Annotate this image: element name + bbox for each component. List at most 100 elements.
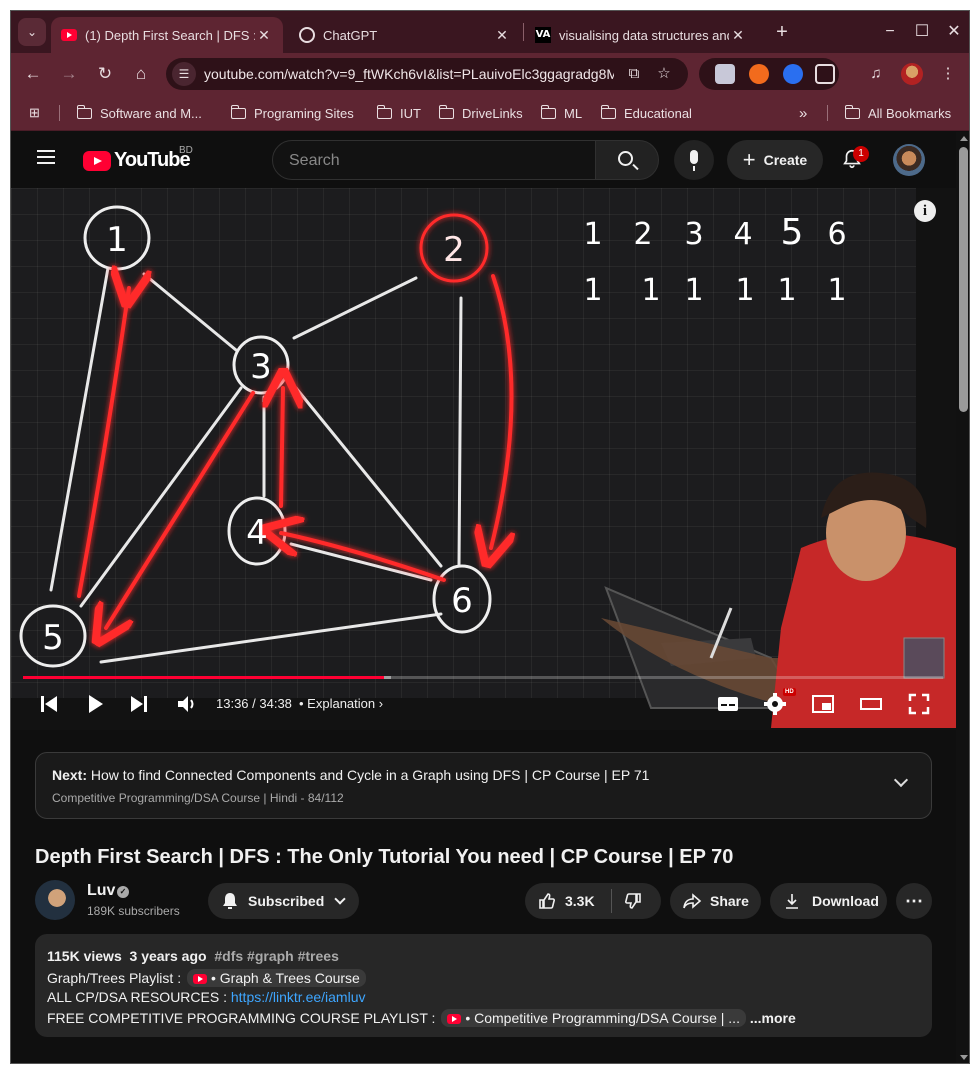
bookmark-programing-sites[interactable]: Programing Sites — [230, 104, 354, 122]
new-tab-button[interactable]: + — [769, 19, 795, 45]
channel-watermark — [903, 637, 945, 679]
chapter-button[interactable]: • Explanation › — [299, 696, 383, 711]
video-progress-bar[interactable] — [23, 676, 943, 679]
scrollbar-thumb[interactable] — [959, 147, 968, 412]
voice-search-button[interactable] — [674, 140, 714, 180]
previous-video-icon[interactable] — [39, 692, 59, 716]
more-bookmarks-button[interactable]: » — [799, 104, 807, 122]
miniplayer-icon[interactable] — [811, 692, 835, 716]
tab-title: (1) Depth First Search | DFS : The Only … — [85, 27, 255, 43]
visited-index-3: 3 — [684, 217, 703, 252]
chevron-down-icon — [334, 893, 346, 905]
home-button[interactable]: ⌂ — [128, 61, 154, 87]
subtitles-icon[interactable] — [716, 692, 740, 716]
minimize-button[interactable]: − — [877, 19, 903, 45]
youtube-logo[interactable]: YouTube — [83, 149, 191, 172]
youtube-favicon-icon — [61, 29, 77, 41]
video-info-icon[interactable]: i — [914, 200, 936, 222]
close-window-button[interactable]: ✕ — [941, 19, 967, 45]
next-video-icon[interactable] — [129, 692, 149, 716]
all-bookmarks-button[interactable]: All Bookmarks — [844, 104, 951, 122]
download-button[interactable]: Download — [770, 883, 887, 919]
edge-4-6 — [289, 542, 433, 582]
tab-youtube[interactable]: (1) Depth First Search | DFS : The Only … — [51, 17, 283, 53]
browser-toolbar: ← → ↻ ⌂ ☰ youtube.com/watch?v=9_ftWKch6v… — [11, 53, 969, 95]
like-thumb-icon[interactable] — [537, 891, 557, 911]
like-count[interactable]: 3.3K — [565, 893, 595, 909]
apps-grid-icon[interactable]: ⊞ — [29, 104, 40, 122]
scroll-up-arrow-icon[interactable] — [960, 136, 968, 141]
media-controls-icon[interactable]: ♫ — [863, 61, 889, 87]
folder-icon — [376, 104, 392, 119]
up-next-card[interactable]: Next: How to find Connected Components a… — [35, 752, 932, 819]
channel-name[interactable]: Luv — [87, 882, 115, 900]
shield-extension-icon[interactable] — [715, 64, 735, 84]
expand-chevron-icon[interactable] — [893, 772, 909, 788]
subscribed-button[interactable]: Subscribed — [208, 883, 359, 919]
playlist-chip-graph[interactable]: • Graph & Trees Course — [186, 969, 366, 987]
bookmark-educational[interactable]: Educational — [600, 104, 692, 122]
more-actions-button[interactable]: ⋯ — [896, 883, 932, 919]
subscriber-count: 189K subscribers — [87, 904, 180, 918]
reload-button[interactable]: ↻ — [92, 61, 118, 87]
show-more-button[interactable]: ...more — [750, 1010, 796, 1026]
dislike-thumb-icon[interactable] — [623, 891, 643, 911]
theater-mode-icon[interactable] — [859, 692, 883, 716]
description-box[interactable]: 115K views 3 years ago #dfs #graph #tree… — [35, 934, 932, 1037]
close-tab-icon[interactable]: ✕ — [255, 27, 273, 44]
bookmark-iut[interactable]: IUT — [376, 104, 421, 122]
played-bar — [23, 676, 385, 679]
share-button[interactable]: Share — [670, 883, 761, 919]
page-scrollbar[interactable] — [956, 132, 969, 1063]
close-tab-icon[interactable]: ✕ — [493, 27, 511, 44]
tab-chatgpt[interactable]: ChatGPT ✕ — [289, 17, 521, 53]
fullscreen-icon[interactable] — [907, 692, 931, 716]
hashtags[interactable]: #dfs #graph #trees — [214, 948, 339, 964]
description-meta: 115K views 3 years ago #dfs #graph #tree… — [47, 948, 339, 964]
blue-extension-icon[interactable] — [783, 64, 803, 84]
url-text[interactable]: youtube.com/watch?v=9_ftWKch6vI&list=PLa… — [204, 66, 614, 82]
play-icon[interactable] — [85, 692, 105, 716]
bookmark-software[interactable]: Software and M... — [76, 104, 202, 122]
tab-strip: ⌄ (1) Depth First Search | DFS : The Onl… — [11, 11, 969, 53]
edge-5-6 — [99, 612, 443, 664]
youtube-header: YouTube BD Search + Create 1 — [11, 132, 956, 188]
arrow-3-to-5 — [106, 391, 255, 628]
scroll-down-arrow-icon[interactable] — [960, 1055, 968, 1060]
folder-icon — [230, 104, 246, 119]
profile-avatar[interactable] — [901, 63, 923, 85]
chatgpt-favicon-icon — [299, 27, 315, 43]
forward-button[interactable]: → — [56, 61, 82, 87]
tab-search-button[interactable]: ⌄ — [18, 18, 46, 46]
arrow-2-to-6 — [491, 274, 512, 548]
guide-menu-icon[interactable] — [37, 150, 55, 164]
visited-value-5: 1 — [777, 273, 796, 308]
visited-array: 1 2 3 4 5 6 1 1 1 1 1 1 — [583, 212, 846, 308]
volume-icon[interactable] — [175, 692, 199, 716]
back-button[interactable]: ← — [20, 61, 46, 87]
address-bar[interactable]: ☰ youtube.com/watch?v=9_ftWKch6vI&list=P… — [166, 58, 688, 90]
account-avatar[interactable] — [893, 144, 925, 176]
menu-kebab-icon[interactable]: ⋮ — [935, 61, 961, 87]
extensions-puzzle-icon[interactable] — [815, 64, 835, 84]
visited-index-1: 1 — [583, 217, 602, 252]
tab-title: visualising data structures and algorith… — [559, 27, 729, 43]
playlist-chip-cp[interactable]: • Competitive Programming/DSA Course | .… — [441, 1009, 746, 1027]
site-info-icon[interactable]: ☰ — [172, 62, 196, 86]
video-player[interactable]: 1 2 3 4 5 6 1 2 3 4 5 6 1 1 1 1 1 1 i 13… — [11, 188, 956, 730]
maximize-button[interactable]: ☐ — [909, 19, 935, 45]
search-button[interactable] — [595, 140, 659, 180]
playlist-info: Competitive Programming/DSA Course | Hin… — [52, 791, 344, 805]
open-in-app-icon[interactable]: ⧉ — [624, 64, 644, 84]
bookmark-star-icon[interactable]: ☆ — [654, 64, 674, 84]
create-button[interactable]: + Create — [727, 140, 823, 180]
fire-extension-icon[interactable] — [749, 64, 769, 84]
channel-avatar[interactable] — [35, 880, 75, 920]
search-placeholder: Search — [289, 152, 340, 169]
search-input[interactable]: Search — [272, 140, 596, 180]
bookmark-drivelinks[interactable]: DriveLinks — [438, 104, 523, 122]
resources-link[interactable]: https://linktr.ee/iamluv — [231, 989, 366, 1005]
close-tab-icon[interactable]: ✕ — [729, 27, 747, 44]
tab-visualgo[interactable]: VA visualising data structures and algor… — [525, 17, 757, 53]
bookmark-ml[interactable]: ML — [540, 104, 582, 122]
